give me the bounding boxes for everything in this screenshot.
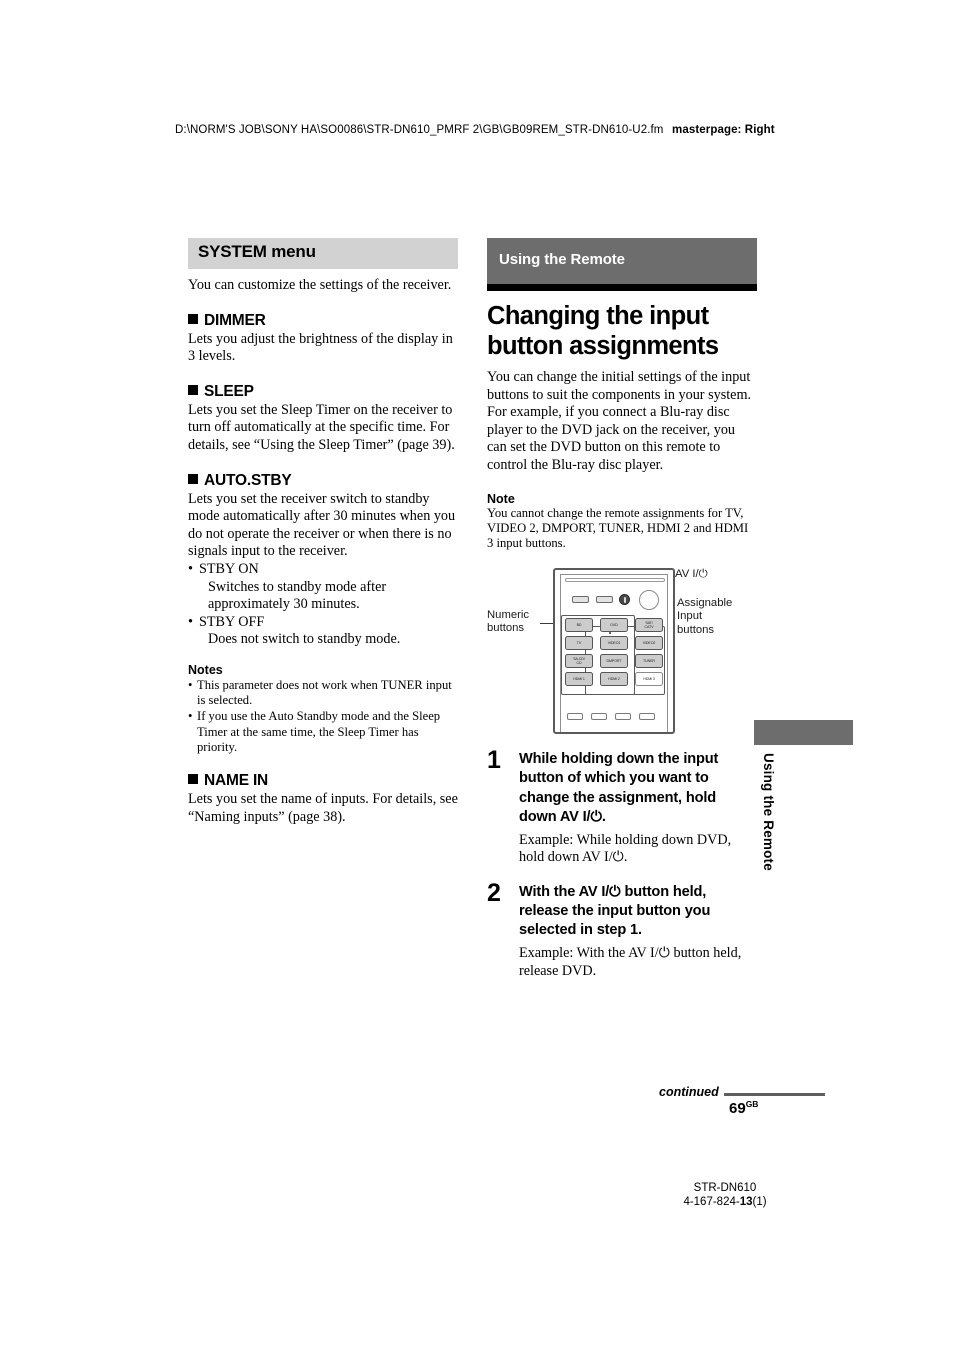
- step-2-title: With the AV I/⏻ button held, release the…: [519, 883, 711, 939]
- list-item: If you use the Auto Standby mode and the…: [188, 709, 458, 755]
- bullet-square-icon: [188, 313, 198, 324]
- list-item: STBY ON Switches to standby mode after a…: [188, 561, 458, 614]
- step-1-example: Example: While holding down DVD, hold do…: [519, 831, 732, 866]
- continued-rule: [724, 1093, 825, 1096]
- auto-stby-body: Lets you set the receiver switch to stan…: [188, 490, 456, 560]
- name-in-body: Lets you set the name of inputs. For det…: [188, 790, 458, 825]
- note-heading: Note: [487, 491, 515, 506]
- step-1-title: While holding down the input button of w…: [519, 751, 719, 825]
- stby-off-label: STBY OFF: [199, 613, 265, 630]
- name-in-heading-label: NAME IN: [204, 771, 269, 789]
- bullet-square-icon: [188, 384, 198, 395]
- list-item: STBY OFF Does not switch to standby mode…: [188, 614, 458, 649]
- dimmer-body: Lets you adjust the brightness of the di…: [188, 330, 453, 365]
- remote-bottom-key-1[interactable]: [567, 713, 583, 721]
- system-menu-intro: You can customize the settings of the re…: [188, 277, 452, 293]
- side-tab-label: Using the Remote: [761, 753, 776, 871]
- remote-top-slot: [565, 578, 665, 583]
- auto-stby-notes: This parameter does not work when TUNER …: [188, 678, 458, 755]
- remote-button-dmport[interactable]: DMPORT: [600, 654, 628, 669]
- part-number-suffix: (1): [752, 1196, 767, 1208]
- callout-av-power: AV I/⏻: [675, 568, 708, 581]
- dimmer-heading-label: DIMMER: [204, 311, 266, 329]
- remote-button-dvd[interactable]: DVD: [600, 618, 628, 633]
- step-2-example: Example: With the AV I/⏻ button held, re…: [519, 945, 742, 979]
- remote-button-tv[interactable]: TV: [565, 636, 593, 651]
- header-masterpage: masterpage: Right: [672, 124, 775, 136]
- part-number: 4-167-824-13(1): [600, 1195, 850, 1209]
- dimmer-heading: DIMMER: [188, 312, 458, 330]
- page-number-suffix: GB: [745, 1099, 759, 1109]
- remote-top-key-2[interactable]: [596, 596, 613, 604]
- sleep-heading-label: SLEEP: [204, 382, 254, 400]
- chapter-intro: You can change the initial settings of t…: [487, 369, 752, 473]
- remote-button-bd[interactable]: BD: [565, 618, 593, 633]
- remote-illustration: AV I/⏻ Numeric buttons Assignable Input …: [487, 562, 757, 735]
- step-2: 2 With the AV I/⏻ button held, release t…: [487, 879, 757, 980]
- step-1: 1 While holding down the input button of…: [487, 746, 757, 867]
- continued-label: continued: [659, 1085, 719, 1099]
- remote-bottom-key-3[interactable]: [615, 713, 631, 721]
- page-number-value: 69: [729, 1100, 746, 1117]
- section-banner: Using the Remote: [487, 238, 757, 284]
- callout-assignable-buttons: Assignable Input buttons: [677, 597, 733, 636]
- auto-stby-notes-heading: Notes: [188, 662, 223, 677]
- auto-stby-options: STBY ON Switches to standby mode after a…: [188, 561, 458, 649]
- remote-button-sat-catv[interactable]: SAT/ CATV: [635, 618, 663, 633]
- sleep-body: Lets you set the Sleep Timer on the rece…: [188, 401, 455, 453]
- model-number: STR-DN610: [693, 1182, 757, 1194]
- step-2-number: 2: [487, 878, 501, 907]
- remote-bottom-key-4[interactable]: [639, 713, 655, 721]
- callout-numeric-buttons: Numeric buttons: [487, 609, 530, 635]
- system-menu-band: SYSTEM menu: [188, 238, 458, 269]
- header-file-path: D:\NORM'S JOB\SONY HA\SO0086\STR-DN610_P…: [175, 124, 664, 136]
- step-1-number: 1: [487, 746, 501, 775]
- auto-stby-heading: AUTO.STBY: [188, 472, 458, 490]
- remote-bottom-key-2[interactable]: [591, 713, 607, 721]
- part-number-revision: 13: [739, 1196, 753, 1208]
- remote-control-graphic: BD DVD SAT/ CATV TV VIDEO1 VIDEO2 SA-CD/…: [553, 568, 675, 735]
- note-body: You cannot change the remote assignments…: [487, 505, 749, 550]
- page-number: 69GB: [729, 1099, 758, 1117]
- bullet-square-icon: [188, 773, 198, 784]
- page-title: Changing the input button assignments: [487, 302, 719, 360]
- list-item: This parameter does not work when TUNER …: [188, 678, 458, 708]
- remote-button-sacd-cd[interactable]: SA-CD/ CD: [565, 654, 593, 669]
- stby-off-desc: Does not switch to standby mode.: [208, 631, 401, 648]
- side-tab-block: [754, 720, 853, 745]
- remote-button-hdmi1[interactable]: HDMI 1: [565, 672, 593, 687]
- bullet-square-icon: [188, 473, 198, 484]
- colophon: STR-DN610 4-167-824-13(1): [600, 1181, 850, 1209]
- stby-on-label: STBY ON: [199, 560, 259, 577]
- left-column: SYSTEM menu You can customize the settin…: [188, 238, 458, 826]
- part-number-prefix: 4-167-824-: [683, 1196, 740, 1208]
- right-column: Using the Remote Changing the input butt…: [487, 238, 757, 980]
- remote-button-video2[interactable]: VIDEO2: [635, 636, 663, 651]
- remote-button-hdmi3[interactable]: HDMI 3: [635, 672, 663, 687]
- name-in-heading: NAME IN: [188, 772, 458, 790]
- auto-stby-heading-label: AUTO.STBY: [204, 471, 292, 489]
- stby-on-desc: Switches to standby mode after approxima…: [208, 578, 387, 613]
- remote-button-tuner[interactable]: TUNER: [635, 654, 663, 669]
- remote-button-video1[interactable]: VIDEO1: [600, 636, 628, 651]
- sleep-heading: SLEEP: [188, 383, 458, 401]
- remote-button-hdmi2[interactable]: HDMI 2: [600, 672, 628, 687]
- remote-top-key-1[interactable]: [572, 596, 589, 604]
- section-divider: [487, 284, 757, 291]
